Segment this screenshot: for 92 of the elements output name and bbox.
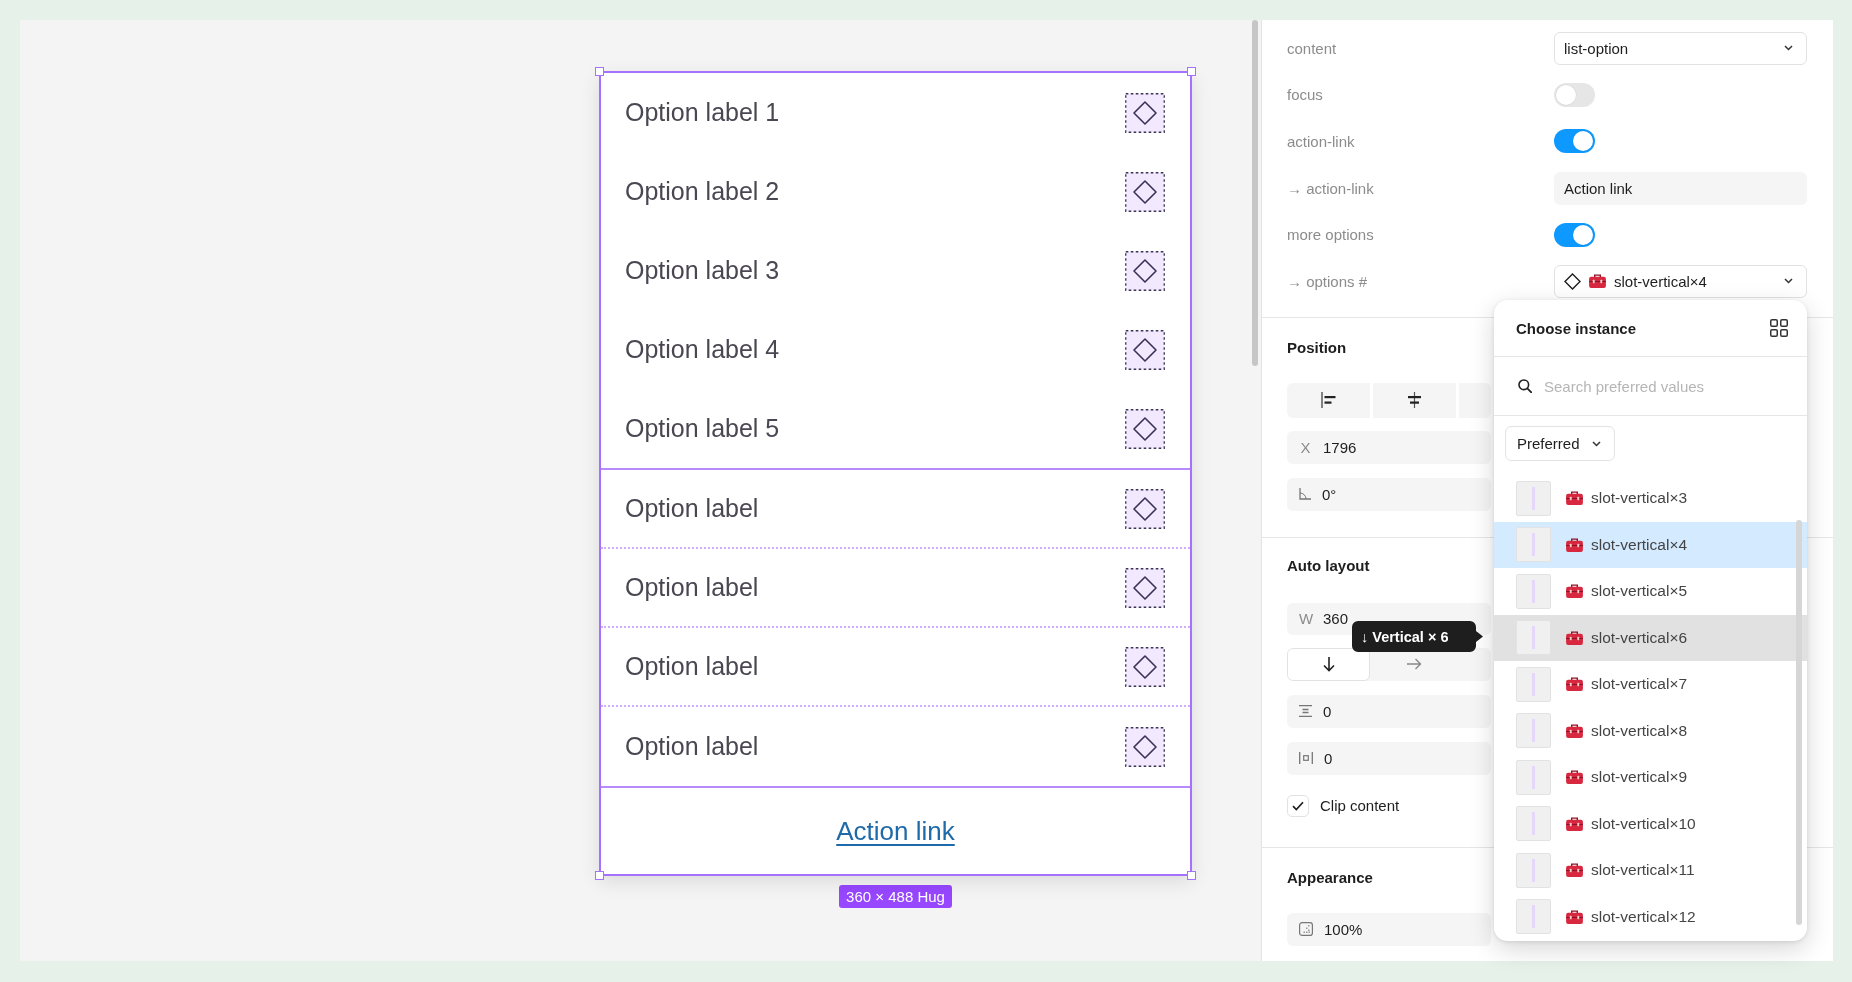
thumbnail-icon <box>1516 620 1551 656</box>
diamond-icon <box>1564 272 1581 290</box>
property-label: more options <box>1287 226 1374 244</box>
toolbox-icon <box>1566 723 1583 738</box>
instance-dropdown[interactable]: slot-vertical×4 <box>1554 264 1807 298</box>
section-title: Appearance <box>1287 867 1373 888</box>
toggle-switch[interactable] <box>1554 222 1595 247</box>
instance-option[interactable]: slot-vertical×5 <box>1494 568 1807 615</box>
spacing-field[interactable]: 0 <box>1287 694 1491 728</box>
field-label: X <box>1299 438 1312 456</box>
toolbox-icon <box>1566 537 1583 552</box>
resize-handle[interactable] <box>1187 871 1196 880</box>
toolbox-icon <box>1589 274 1606 289</box>
toolbox-icon <box>1566 770 1583 785</box>
toolbox-icon <box>1566 677 1583 692</box>
property-label: → action-link <box>1287 179 1374 197</box>
property-label: focus <box>1287 86 1323 104</box>
chevron-down-icon <box>1591 440 1601 447</box>
toolbox-icon <box>1566 491 1583 506</box>
toggle-switch[interactable] <box>1554 129 1595 154</box>
option-label: Option label 4 <box>625 335 780 364</box>
chevron-down-icon <box>1784 45 1793 52</box>
toggle-switch[interactable] <box>1554 82 1595 107</box>
instance-option[interactable]: slot-vertical×7 <box>1494 661 1807 708</box>
option-label: Option label 2 <box>625 177 780 206</box>
instance-option[interactable]: slot-vertical×4 <box>1494 521 1807 568</box>
opacity-icon <box>1299 922 1313 937</box>
resize-handle[interactable] <box>595 871 604 880</box>
scrollbar[interactable] <box>1252 20 1258 366</box>
instance-option[interactable]: slot-vertical×12 <box>1494 893 1807 940</box>
spacing-icon <box>1299 705 1312 718</box>
align-center-icon <box>1407 392 1422 409</box>
size-label: 360 × 488 Hug <box>839 885 952 908</box>
toolbox-icon <box>1566 630 1583 645</box>
check-icon <box>1292 800 1304 811</box>
scrollbar[interactable] <box>1796 520 1802 925</box>
option-label: Option label 3 <box>625 256 780 285</box>
tooltip: ↓ Vertical × 6 <box>1352 621 1483 652</box>
down-arrow-icon <box>1322 656 1335 672</box>
thumbnail-icon <box>1516 573 1551 609</box>
option-label: Option label 5 <box>625 414 780 443</box>
search-icon <box>1518 379 1532 393</box>
search-field[interactable]: Search preferred values <box>1544 373 1787 399</box>
instance-option[interactable]: slot-vertical×3 <box>1494 475 1807 522</box>
padding-field[interactable]: 0 <box>1287 741 1491 775</box>
chevron-down-icon <box>1784 278 1793 285</box>
opacity-field[interactable]: 100% <box>1287 912 1491 946</box>
instance-option[interactable]: slot-vertical×9 <box>1494 754 1807 801</box>
x-field[interactable]: X 1796 <box>1287 430 1491 464</box>
popup-title: Choose instance <box>1516 319 1637 337</box>
property-label: action-link <box>1287 133 1355 150</box>
padding-icon <box>1299 752 1313 765</box>
right-arrow-icon <box>1407 658 1422 671</box>
thumbnail-icon <box>1516 806 1551 842</box>
dropdown[interactable]: list-option <box>1554 31 1807 65</box>
resize-handle[interactable] <box>1187 67 1196 76</box>
rotation-field[interactable]: 0° <box>1287 477 1491 511</box>
thumbnail-icon <box>1516 759 1551 795</box>
toolbox-icon <box>1566 816 1583 831</box>
instance-option[interactable]: slot-vertical×6 <box>1494 614 1807 661</box>
filter-dropdown[interactable]: Preferred <box>1505 426 1615 461</box>
section-title: Position <box>1287 337 1347 358</box>
toolbox-icon <box>1566 863 1583 878</box>
toolbox-icon <box>1566 584 1583 599</box>
toolbox-icon <box>1566 909 1583 924</box>
option-label: Option label <box>625 732 759 761</box>
field-label: W <box>1299 610 1312 628</box>
thumbnail-icon <box>1516 480 1551 516</box>
action-link[interactable]: Action link <box>836 815 955 847</box>
resize-handle[interactable] <box>595 67 604 76</box>
direction-button[interactable] <box>1287 647 1370 681</box>
instance-option[interactable]: slot-vertical×11 <box>1494 847 1807 894</box>
thumbnail-icon <box>1516 666 1551 702</box>
option-label: Option label <box>625 494 759 523</box>
text-field[interactable]: Action link <box>1554 171 1807 205</box>
section-title: Auto layout <box>1287 555 1370 576</box>
thumbnail-icon <box>1516 852 1551 888</box>
thumbnail-icon <box>1516 713 1551 749</box>
instance-option[interactable]: slot-vertical×10 <box>1494 800 1807 847</box>
thumbnail-icon <box>1516 527 1551 563</box>
checkbox[interactable] <box>1287 794 1309 817</box>
grid-icon[interactable] <box>1770 319 1788 337</box>
instance-option[interactable]: slot-vertical×8 <box>1494 707 1807 754</box>
checkbox-label: Clip content <box>1320 797 1400 815</box>
property-label: → options # <box>1287 272 1368 290</box>
option-label: Option label 1 <box>625 98 780 127</box>
option-label: Option label <box>625 573 759 602</box>
thumbnail-icon <box>1516 899 1551 935</box>
align-left-icon <box>1321 392 1336 409</box>
angle-icon <box>1299 488 1311 501</box>
option-label: Option label <box>625 652 759 681</box>
property-label: content <box>1287 39 1337 57</box>
